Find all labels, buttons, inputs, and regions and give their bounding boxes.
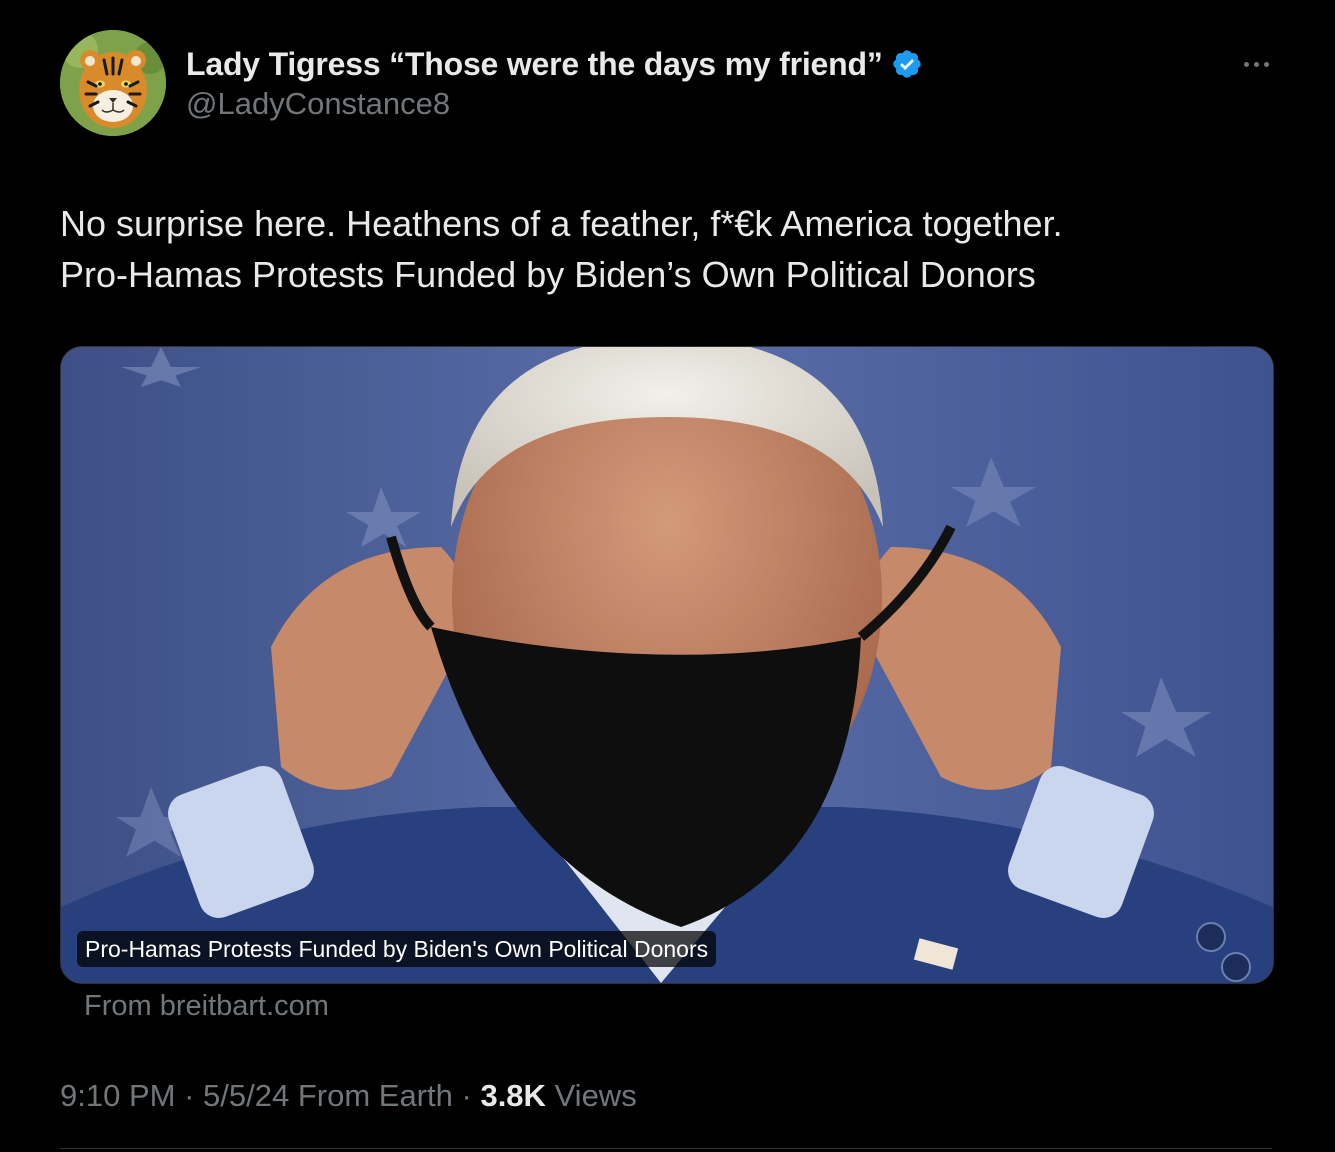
views-label: Views — [554, 1078, 637, 1113]
meta-separator: · — [461, 1078, 472, 1113]
author-display-name[interactable]: Lady Tigress “Those were the days my fri… — [186, 46, 883, 83]
meta-separator: · — [184, 1078, 195, 1113]
dot — [1253, 61, 1259, 67]
link-card[interactable]: Pro-Hamas Protests Funded by Biden's Own… — [60, 346, 1274, 984]
dot — [1243, 61, 1249, 67]
author-avatar[interactable] — [60, 30, 166, 136]
tweet-time[interactable]: 9:10 PM — [60, 1078, 175, 1113]
tweet-date-source[interactable]: 5/5/24 From Earth — [203, 1078, 453, 1113]
tweet-text-line: Pro-Hamas Protests Funded by Biden’s Own… — [60, 254, 1036, 295]
dot — [1263, 61, 1269, 67]
tiger-avatar-icon — [60, 30, 166, 136]
divider — [60, 1148, 1272, 1149]
verified-badge-icon[interactable] — [891, 48, 923, 80]
card-source[interactable]: From breitbart.com — [84, 990, 329, 1023]
tweet-text: No surprise here. Heathens of a feather,… — [60, 198, 1280, 300]
author-name-row[interactable]: Lady Tigress “Those were the days my fri… — [186, 42, 923, 86]
tweet-text-line: No surprise here. Heathens of a feather,… — [60, 203, 1063, 244]
card-caption: Pro-Hamas Protests Funded by Biden's Own… — [77, 931, 717, 967]
tweet: Lady Tigress “Those were the days my fri… — [0, 0, 1335, 1152]
news-photo-icon — [61, 347, 1273, 983]
views-count[interactable]: 3.8K — [480, 1078, 545, 1113]
more-options-icon[interactable] — [1236, 52, 1276, 76]
author-handle[interactable]: @LadyConstance8 — [186, 86, 450, 122]
tweet-meta: 9:10 PM · 5/5/24 From Earth · 3.8K Views — [60, 1078, 637, 1114]
